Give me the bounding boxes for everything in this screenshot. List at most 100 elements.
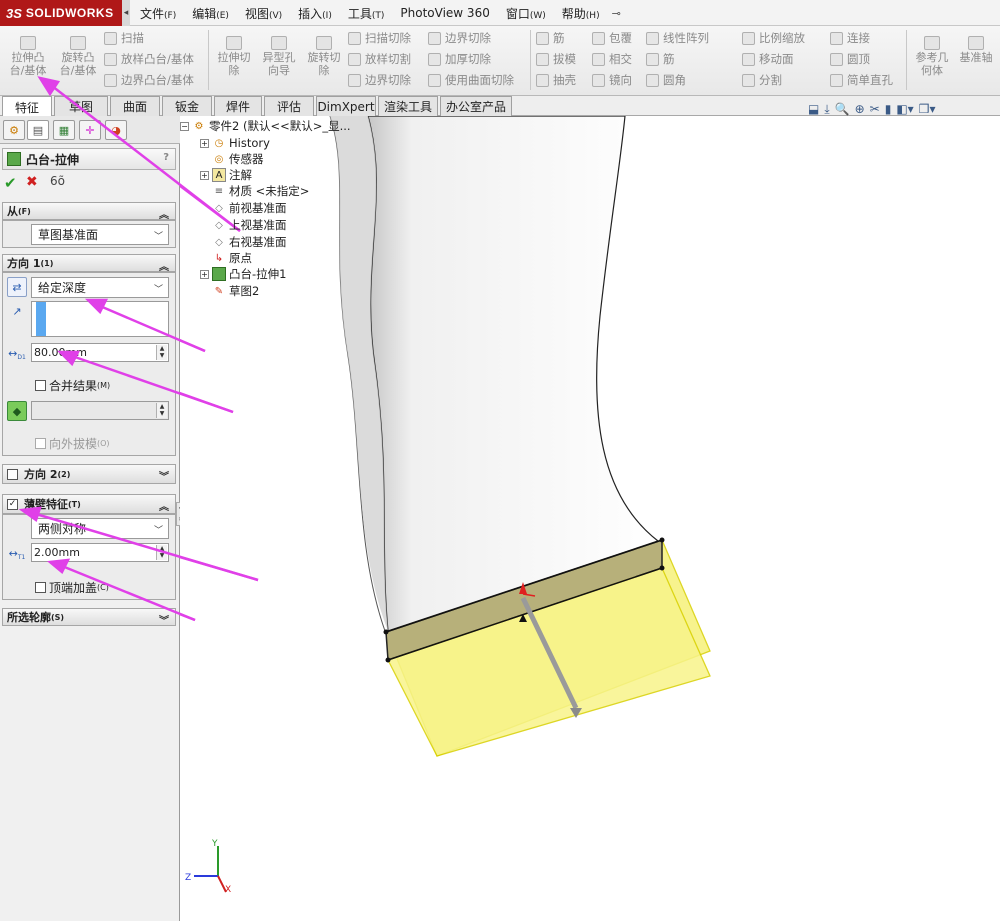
tree-item-history[interactable]: + ◷ History [200,135,270,151]
boundary-boss-button[interactable]: 边界凸台/基体 [104,70,194,90]
extrude-boss-button[interactable]: 拉伸凸 台/基体 [4,36,52,77]
tree-item-top-plane[interactable]: ◇ 上视基准面 [212,217,286,233]
tab-8[interactable]: 办公室产品 [440,96,512,116]
view-orientation-icon[interactable]: ▮ [885,102,892,116]
zoom-to-fit-icon[interactable]: ⤓ [824,102,829,117]
collapse-icon[interactable]: ︽ [159,498,169,513]
reverse-direction-icon[interactable]: ⇄ [7,277,27,297]
tree-item-boss-extrude1[interactable]: + 凸台-拉伸1 [200,266,286,282]
tree-item-annotations[interactable]: + A 注解 [200,167,252,183]
thicken-cut-button[interactable]: 加厚切除 [428,49,491,69]
linear-pattern-button[interactable]: 线性阵列 [646,28,709,48]
menu-item-7[interactable]: 帮助(H) [554,5,608,22]
boundary-cut-2-button[interactable]: 边界切除 [428,28,491,48]
menu-item-6[interactable]: 窗口(W) [498,5,554,22]
split-button[interactable]: 分割 [742,70,782,90]
boundary-cut-button[interactable]: 边界切除 [348,70,411,90]
from-section-header[interactable]: 从 (F) ︽ [2,202,176,221]
zoom-to-area-icon[interactable]: 🔍 [835,102,850,116]
depth-input[interactable]: 80.00mm ▲ ▼ [31,343,169,362]
expand-icon[interactable]: ︾ [159,612,169,627]
tab-7[interactable]: 渲染工具 [378,96,438,116]
from-select[interactable]: 草图基准面 ﹀ [31,224,169,245]
tab-1[interactable]: 草图 [54,96,108,116]
cap-ends-checkbox[interactable]: 顶端加盖 (C) [35,579,109,596]
direction1-section-header[interactable]: 方向 1 (1) ︽ [2,254,176,273]
direction2-section-header[interactable]: 方向 2 (2) ︾ [2,464,176,484]
display-style-icon[interactable]: ◧▾ [896,102,913,116]
end-condition-select[interactable]: 给定深度 ﹀ [31,277,169,298]
expand-icon[interactable]: + [200,170,209,180]
scale-button[interactable]: 比例缩放 [742,28,805,48]
tab-4[interactable]: 焊件 [214,96,262,116]
expand-icon[interactable]: ︾ [159,468,169,483]
merge-result-checkbox[interactable]: 合并结果 (M) [35,377,110,394]
tab-3[interactable]: 钣金 [162,96,212,116]
solidworks-logo[interactable]: 3S SOLIDWORKS [0,0,122,26]
tree-item-material[interactable]: ≡ 材质 <未指定> [212,183,310,199]
tree-item-front-plane[interactable]: ◇ 前视基准面 [212,200,286,216]
thin-feature-section-header[interactable]: ✓ 薄壁特征 (T) ︽ [2,494,176,514]
revolve-cut-button[interactable]: 旋转切 除 [300,36,348,77]
spin-arrows-icon[interactable]: ▲ ▼ [156,545,167,560]
expand-icon[interactable]: + [200,138,209,148]
tree-item-sketch2[interactable]: ✎ 草图2 [212,283,260,299]
menu-item-4[interactable]: 工具(T) [340,5,393,22]
direction2-checkbox[interactable] [7,468,18,480]
tab-2[interactable]: 曲面 [110,96,160,116]
rib-2-button[interactable]: 筋 [646,49,675,69]
spin-arrows-icon[interactable]: ▲ ▼ [156,345,167,360]
menu-item-2[interactable]: 视图(V) [237,5,290,22]
sweep-button[interactable]: 扫描 [104,28,144,48]
tree-item-right-plane[interactable]: ◇ 右视基准面 [212,234,286,250]
thickness-input[interactable]: 2.00mm ▲ ▼ [31,543,169,562]
swept-cut-button[interactable]: 扫描切除 [348,28,411,48]
menu-item-0[interactable]: 文件(F) [132,5,184,22]
intersect-button[interactable]: 相交 [592,49,632,69]
tab-5[interactable]: 评估 [264,96,314,116]
selected-contours-section-header[interactable]: 所选轮廓 (S) ︾ [2,608,176,627]
thin-type-select[interactable]: 两侧对称 ﹀ [31,518,169,539]
previous-view-icon[interactable]: ⬓ [808,102,819,116]
move-face-button[interactable]: 移动面 [742,49,794,69]
reference-geometry-button[interactable]: 参考几 何体 [908,36,956,77]
tree-item-sensors[interactable]: ◎ 传感器 [212,151,264,167]
tree-root-part[interactable]: − ⚙ 零件2 (默认<<默认>_显... [180,118,351,134]
graphics-area[interactable]: Y Z X [180,116,1000,921]
wrap-button[interactable]: 包覆 [592,28,632,48]
fillet-button[interactable]: 圆角 [646,70,686,90]
rib-button[interactable]: 筋 [536,28,565,48]
ok-button[interactable]: ✔ [4,174,17,192]
pin-icon[interactable]: ⊸ [608,7,625,20]
menu-expand-icon[interactable]: ◂ [122,0,130,26]
extrude-cut-button[interactable]: 拉伸切 除 [210,36,258,77]
collapse-icon[interactable]: ︽ [159,258,169,273]
lofted-cut-button[interactable]: 放样切割 [348,49,411,69]
hole-wizard-button[interactable]: 异型孔 向导 [255,36,303,77]
thin-feature-checkbox[interactable]: ✓ [7,498,18,510]
surface-cut-button[interactable]: 使用曲面切除 [428,70,514,90]
direction-selection-box[interactable] [31,301,169,337]
shell-button[interactable]: 抽壳 [536,70,576,90]
section-view-icon[interactable]: ✂ [870,102,880,116]
menu-item-5[interactable]: PhotoView 360 [392,6,497,20]
hide-show-items-icon[interactable]: ❒▾ [919,102,936,116]
display-manager-tab-icon[interactable]: ◕ [105,120,127,140]
draft-button[interactable]: 拔模 [536,49,576,69]
tab-6[interactable]: DimXpert [316,96,376,116]
collapse-icon[interactable]: ︽ [159,206,169,221]
tab-0[interactable]: 特征 [2,96,52,117]
simple-hole-button[interactable]: 简单直孔 [830,70,893,90]
expand-icon[interactable]: + [200,269,209,279]
mirror-button[interactable]: 镜向 [592,70,632,90]
loft-boss-button[interactable]: 放样凸台/基体 [104,49,194,69]
tree-item-origin[interactable]: ↳ 原点 [212,250,252,266]
feature-manager-tab-icon[interactable]: ⚙ [3,120,25,140]
zoom-in-icon[interactable]: ⊕ [855,102,865,116]
help-icon[interactable]: ? [163,152,169,163]
menu-item-1[interactable]: 编辑(E) [184,5,237,22]
collapse-icon[interactable]: − [180,121,189,131]
property-manager-tab-icon[interactable]: ▤ [27,120,49,140]
revolve-boss-button[interactable]: 旋转凸 台/基体 [54,36,102,77]
draft-on-off-icon[interactable]: ◆ [7,401,27,421]
